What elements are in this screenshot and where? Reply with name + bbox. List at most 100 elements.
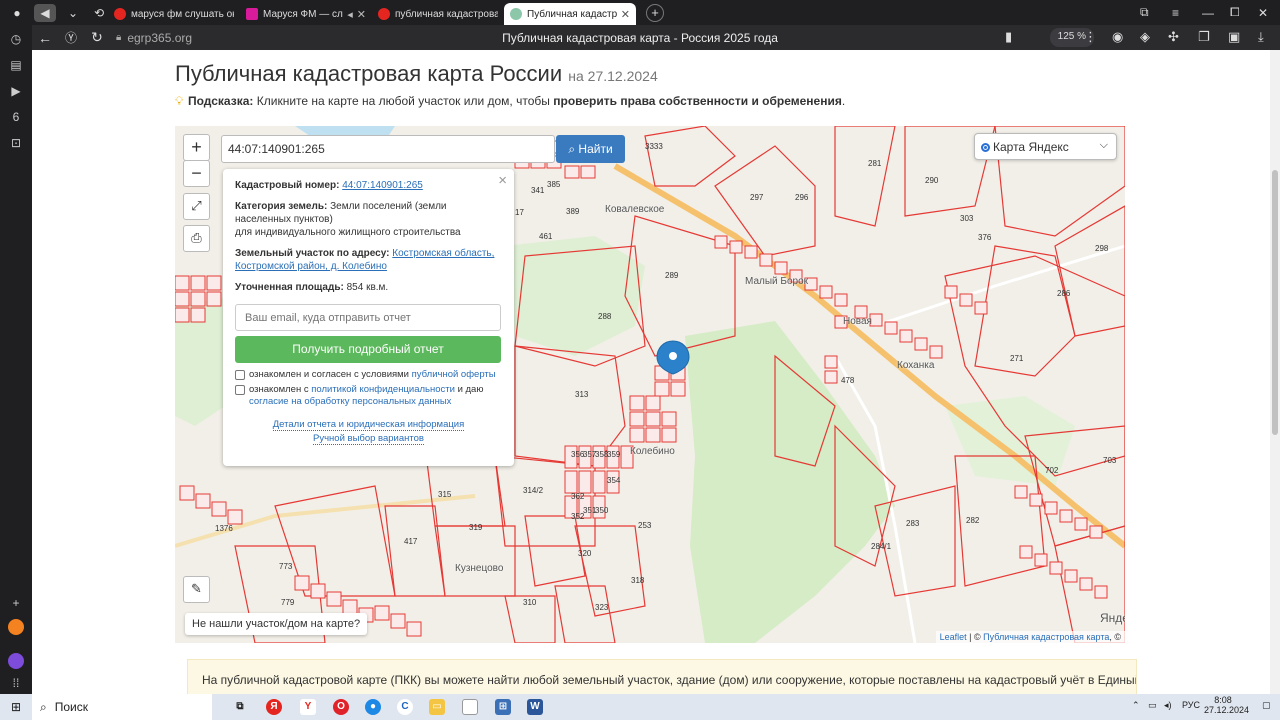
- cadastral-map[interactable]: 3333 281 290 296 297 303 298 286 289 288 271 313 314…: [175, 126, 1125, 643]
- bookmark-icon[interactable]: ▮: [1005, 29, 1012, 45]
- restore-icon[interactable]: ⧠: [1230, 0, 1240, 25]
- close-tab-icon[interactable]: ✕: [357, 8, 366, 21]
- more-icon[interactable]: ⋮: [1084, 29, 1097, 45]
- clock[interactable]: 8:08 27.12.2024: [1204, 695, 1249, 715]
- yandex-icon[interactable]: Ⓨ: [58, 29, 84, 46]
- chevron-down-icon[interactable]: ⌄: [62, 4, 84, 22]
- tab-sound-icon[interactable]: ◂: [347, 8, 353, 21]
- close-window-icon[interactable]: ✕: [1258, 0, 1268, 25]
- add-icon[interactable]: +: [8, 595, 24, 611]
- browser-tab-active[interactable]: Публичная кадастрова ✕: [504, 3, 636, 25]
- parcel-label: 290: [925, 176, 939, 185]
- browser-icon[interactable]: ●: [365, 699, 381, 715]
- minimize-icon[interactable]: —: [1202, 0, 1214, 25]
- windows-start-icon[interactable]: ⊞: [0, 700, 32, 714]
- tray-chevron-icon[interactable]: ⌃: [1132, 700, 1140, 711]
- close-tab-icon[interactable]: ✕: [621, 8, 630, 21]
- print-icon[interactable]: ⎙: [183, 225, 210, 252]
- history-icon[interactable]: ◷: [8, 31, 24, 47]
- browser-tab[interactable]: маруся фм слушать онла: [108, 3, 240, 25]
- layers-icon[interactable]: ◈: [1140, 29, 1150, 45]
- opera-icon[interactable]: O: [333, 699, 349, 715]
- site-favicon-icon: [510, 8, 522, 20]
- user-icon[interactable]: ●: [6, 4, 28, 22]
- screenshot-icon[interactable]: ⊡: [8, 135, 24, 151]
- fullscreen-icon[interactable]: ⤢: [183, 193, 210, 220]
- close-popup-button[interactable]: ×: [498, 172, 507, 189]
- notifications-icon[interactable]: ▢: [1262, 700, 1271, 711]
- parcel-label: 354: [607, 476, 621, 485]
- alice-icon[interactable]: [8, 653, 24, 669]
- ruler-icon[interactable]: ✎: [183, 576, 210, 603]
- url-field[interactable]: egrp365.org: [127, 31, 192, 45]
- new-tab-button[interactable]: +: [646, 3, 664, 22]
- notes-icon[interactable]: ▤: [8, 57, 24, 73]
- parcel-label: 461: [539, 232, 553, 241]
- parcel-label: 1376: [215, 524, 233, 533]
- grid-icon[interactable]: ⁞⁞: [8, 675, 24, 691]
- place-label: Колебино: [630, 446, 675, 457]
- protect-icon[interactable]: ◉: [1112, 29, 1123, 45]
- leaflet-link[interactable]: Leaflet: [940, 632, 967, 642]
- cadastral-number-row: Кадастровый номер: 44:07:140901:265: [235, 179, 502, 192]
- parcel-label: 288: [598, 312, 612, 321]
- place-label: Яндекс: [1100, 611, 1125, 625]
- manual-selection-link[interactable]: Ручной выбор вариантов: [313, 433, 424, 445]
- page-scrollbar[interactable]: [1270, 50, 1280, 694]
- sound-icon[interactable]: ◀: [34, 3, 56, 22]
- network-app-icon[interactable]: ⊞: [495, 699, 511, 715]
- pinned-tab-icon[interactable]: ⟲: [90, 4, 108, 22]
- taskbar-search[interactable]: ⌕ Поиск: [32, 694, 212, 720]
- not-found-button[interactable]: Не нашли участок/дом на карте?: [185, 613, 368, 635]
- word-icon[interactable]: W: [527, 699, 543, 715]
- parcel-label: 284/1: [871, 542, 892, 551]
- data-processing-link[interactable]: согласие на обработку персональных данны…: [249, 396, 451, 407]
- network-icon[interactable]: ▭: [1148, 700, 1157, 711]
- tabs-icon[interactable]: ⧉: [1140, 0, 1149, 25]
- reader-icon[interactable]: ▣: [1228, 29, 1240, 45]
- email-input[interactable]: [235, 304, 501, 331]
- back-icon[interactable]: ←: [32, 30, 58, 46]
- profile-icon[interactable]: [8, 619, 24, 635]
- layer-select-label: Карта Яндекс: [993, 140, 1069, 154]
- zoom-in-button[interactable]: +: [183, 134, 210, 161]
- task-view-icon[interactable]: ⧉: [232, 699, 248, 715]
- offer-link[interactable]: публичной оферты: [412, 369, 496, 380]
- find-button[interactable]: ⌕ Найти: [556, 135, 625, 163]
- privacy-checkbox[interactable]: [235, 385, 245, 395]
- cadastral-search-input[interactable]: [221, 135, 555, 163]
- offer-checkbox[interactable]: [235, 370, 245, 380]
- pkk-link[interactable]: Публичная кадастровая карта: [983, 632, 1109, 642]
- privacy-link[interactable]: политикой конфиденциальности: [311, 384, 455, 395]
- land-category-row: Категория земель: Земли поселений (земли…: [235, 200, 502, 239]
- report-details-link[interactable]: Детали отчета и юридическая информация: [272, 419, 465, 431]
- get-report-button[interactable]: Получить подробный отчет: [235, 336, 501, 363]
- browser-tab[interactable]: публичная кадастровая к: [372, 3, 504, 25]
- parcel-label: 315: [438, 490, 452, 499]
- road: [874, 244, 1125, 328]
- menu-icon[interactable]: ≡: [1172, 0, 1179, 25]
- parcel-label: 314/2: [523, 486, 544, 495]
- map-layer-select[interactable]: Карта Яндекс ⌵: [974, 133, 1117, 160]
- yandex-favicon-icon: [114, 8, 126, 20]
- language-indicator[interactable]: РУС: [1182, 700, 1200, 710]
- cadastral-number-link[interactable]: 44:07:140901:265: [342, 180, 423, 191]
- scrollbar-thumb[interactable]: [1272, 170, 1278, 435]
- yandex-icon[interactable]: Y: [300, 699, 316, 715]
- offer-consent-row: ознакомлен и согласен с условиями публич…: [235, 369, 502, 381]
- ccleaner-icon[interactable]: C: [397, 699, 413, 715]
- yandex-browser-icon[interactable]: Я: [266, 699, 282, 715]
- document-icon[interactable]: [462, 699, 478, 715]
- reload-icon[interactable]: ↻: [84, 29, 110, 46]
- privacy-text: ознакомлен с: [249, 384, 309, 395]
- volume-icon[interactable]: ◂): [1164, 700, 1172, 711]
- apps-icon[interactable]: 6: [8, 109, 24, 125]
- yandex-favicon-icon: [378, 8, 390, 20]
- browser-tab[interactable]: Маруся ФМ — слуш ◂ ✕: [240, 3, 372, 25]
- extensions-icon[interactable]: ✣: [1168, 29, 1179, 45]
- collections-icon[interactable]: ❐: [1198, 29, 1210, 45]
- media-icon[interactable]: ▶: [8, 83, 24, 99]
- download-icon[interactable]: ⤓: [1258, 29, 1264, 45]
- zoom-out-button[interactable]: −: [183, 160, 210, 187]
- file-explorer-icon[interactable]: ▭: [429, 699, 445, 715]
